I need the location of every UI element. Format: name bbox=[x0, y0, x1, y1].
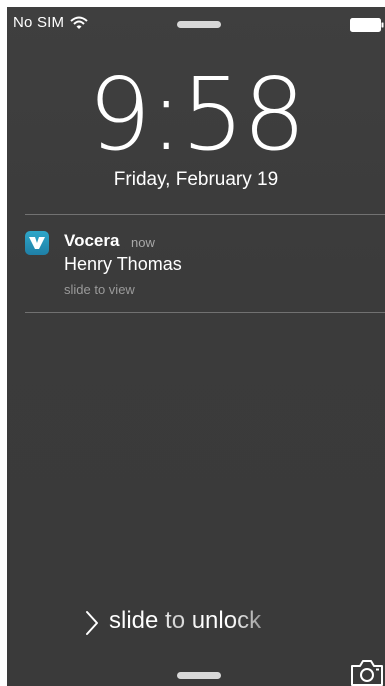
slide-to-unlock[interactable]: slide to unlock bbox=[109, 607, 261, 635]
lock-screen: No SIM 9:58 Friday, February 19 Vocera n… bbox=[7, 7, 385, 686]
notification-app-name: Vocera bbox=[64, 231, 120, 250]
vocera-v-icon bbox=[29, 237, 45, 249]
camera-icon[interactable] bbox=[350, 658, 384, 686]
wifi-icon bbox=[70, 16, 88, 29]
vocera-app-icon bbox=[25, 231, 49, 255]
notification-divider-bottom bbox=[25, 312, 385, 313]
chevron-right-icon bbox=[86, 611, 98, 635]
notification-divider-top bbox=[25, 214, 385, 215]
notification-center-grabber[interactable] bbox=[177, 21, 221, 28]
lock-clock: 9:58 bbox=[87, 56, 307, 173]
notification-message: Henry Thomas bbox=[64, 254, 182, 274]
battery-icon bbox=[350, 18, 384, 32]
carrier-label: No SIM bbox=[13, 14, 65, 31]
notification-hint: slide to view bbox=[64, 282, 135, 297]
control-center-grabber[interactable] bbox=[177, 672, 221, 679]
lock-date: Friday, February 19 bbox=[113, 169, 279, 190]
status-bar-carrier: No SIM bbox=[13, 14, 88, 31]
notification-time: now bbox=[131, 235, 155, 250]
